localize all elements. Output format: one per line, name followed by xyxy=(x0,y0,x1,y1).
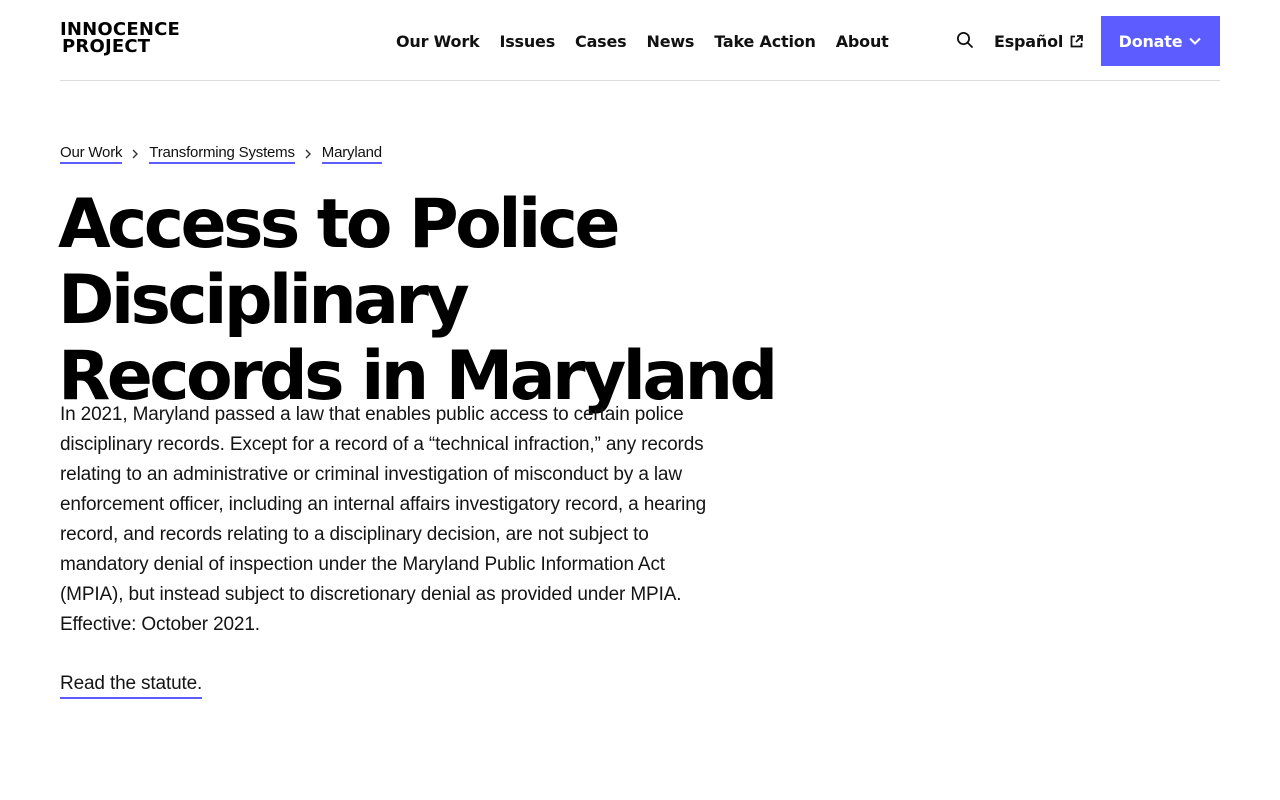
nav-cases[interactable]: Cases xyxy=(575,32,627,51)
intro-paragraph: In 2021, Maryland passed a law that enab… xyxy=(60,404,707,635)
donate-button[interactable]: Donate xyxy=(1101,16,1220,66)
donate-label: Donate xyxy=(1118,31,1183,51)
nav-issues[interactable]: Issues xyxy=(499,32,555,51)
nav-news[interactable]: News xyxy=(647,32,695,51)
breadcrumb-our-work[interactable]: Our Work xyxy=(60,144,122,164)
search-button[interactable] xyxy=(954,29,976,51)
page-title: Access to Police Disciplinary Records in… xyxy=(58,187,1038,415)
external-link-icon xyxy=(1070,34,1084,47)
nav-about[interactable]: About xyxy=(836,32,889,51)
breadcrumb-maryland[interactable]: Maryland xyxy=(321,144,382,164)
main-nav: Our Work Issues Cases News Take Action A… xyxy=(396,30,889,52)
read-statute-link[interactable]: Read the statute. xyxy=(60,671,202,699)
logo-line-2: PROJECT xyxy=(62,36,151,57)
chevron-right-icon xyxy=(131,148,140,160)
chevron-down-icon xyxy=(1189,37,1202,45)
chevron-right-icon xyxy=(304,148,313,160)
breadcrumb-transforming-systems[interactable]: Transforming Systems xyxy=(149,144,295,164)
nav-take-action[interactable]: Take Action xyxy=(714,32,816,51)
innocence-project-logo[interactable]: INNOCENCE PROJECT xyxy=(60,21,180,61)
language-label: Español xyxy=(994,31,1064,51)
breadcrumb: Our Work Transforming Systems Maryland xyxy=(60,143,382,165)
site-header: INNOCENCE PROJECT Our Work Issues Cases … xyxy=(60,0,1220,81)
page-title-line-1: Access to Police Disciplinary xyxy=(58,185,620,340)
nav-our-work[interactable]: Our Work xyxy=(396,32,480,51)
language-link-espanol[interactable]: Español xyxy=(994,30,1084,52)
search-icon xyxy=(957,32,973,48)
